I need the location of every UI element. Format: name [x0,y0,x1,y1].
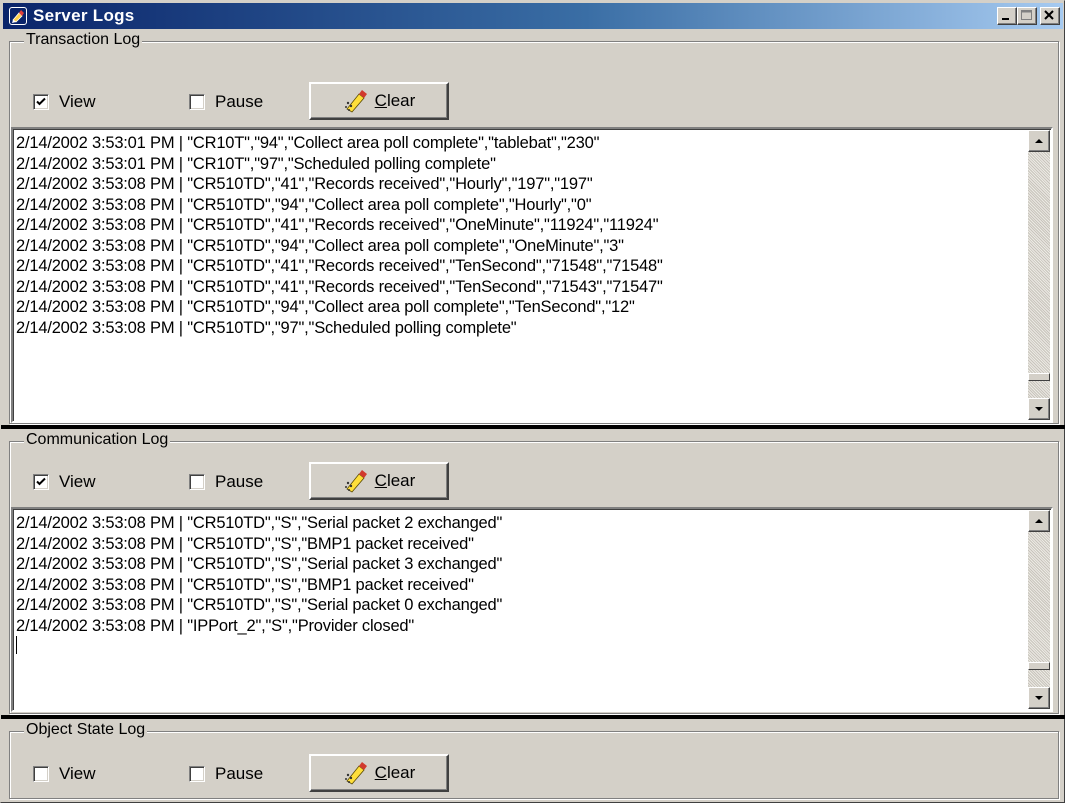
log-line: 2/14/2002 3:53:08 PM | "CR510TD","S","Se… [16,596,503,614]
eraser-icon [344,762,367,785]
server-logs-window: Server Logs Transaction Log View Pause C… [0,0,1065,803]
pause-label: Pause [215,92,264,111]
transaction-log-scrollbar[interactable] [1028,130,1050,420]
communication-pause-checkbox[interactable]: Pause [189,471,263,493]
scroll-thumb[interactable] [1028,373,1050,381]
communication-log-lines: 2/14/2002 3:53:08 PM | "CR510TD","S","Se… [16,513,1023,657]
checkbox-box [189,766,205,782]
transaction-clear-button[interactable]: Clear [309,82,449,120]
eraser-icon [344,470,367,493]
view-label: View [59,472,96,491]
scroll-down-button[interactable] [1028,398,1050,420]
object-state-clear-button[interactable]: Clear [309,754,449,792]
splitter-2[interactable] [1,715,1065,719]
checkmark-icon [36,97,46,106]
log-line: 2/14/2002 3:53:08 PM | "CR510TD","97","S… [16,318,517,337]
transaction-view-checkbox[interactable]: View [33,91,96,113]
scroll-down-arrow-icon [1035,407,1043,411]
log-line: 2/14/2002 3:53:08 PM | "CR510TD","S","Se… [16,555,503,573]
log-line: 2/14/2002 3:53:01 PM | "CR10T","94","Col… [16,134,600,152]
eraser-icon [344,90,367,113]
log-line: 2/14/2002 3:53:08 PM | "CR510TD","S","BM… [16,575,474,594]
transaction-log-label: Transaction Log [24,31,143,49]
text-caret [16,636,17,654]
clear-label: lear [386,763,416,782]
maximize-icon [1021,10,1032,20]
log-line: 2/14/2002 3:53:08 PM | "CR510TD","41","R… [16,175,593,193]
splitter-1[interactable] [1,425,1065,429]
communication-log-textbox[interactable]: 2/14/2002 3:53:08 PM | "CR510TD","S","Se… [11,507,1053,712]
scroll-down-button[interactable] [1028,687,1050,709]
close-button[interactable] [1040,7,1060,25]
checkbox-box [33,94,49,110]
communication-log-label: Communication Log [24,431,171,449]
view-label: View [59,92,96,111]
close-icon [1044,10,1054,20]
scroll-thumb[interactable] [1028,662,1050,670]
transaction-log-lines: 2/14/2002 3:53:01 PM | "CR10T","94","Col… [16,133,1023,338]
log-line: 2/14/2002 3:53:08 PM | "CR510TD","41","R… [16,257,663,275]
transaction-pause-checkbox[interactable]: Pause [189,91,263,113]
transaction-log-textbox[interactable]: 2/14/2002 3:53:01 PM | "CR10T","94","Col… [11,127,1053,423]
scroll-down-arrow-icon [1035,696,1043,700]
scroll-up-arrow-icon [1035,519,1043,523]
log-line: 2/14/2002 3:53:08 PM | "CR510TD","94","C… [16,195,592,214]
clear-mnemonic: C [374,471,387,490]
log-line: 2/14/2002 3:53:08 PM | "CR510TD","41","R… [16,216,659,234]
scroll-up-button[interactable] [1028,510,1050,532]
view-label: View [59,764,96,783]
scroll-up-button[interactable] [1028,130,1050,152]
log-line: 2/14/2002 3:53:08 PM | "CR510TD","S","BM… [16,534,474,553]
log-line: 2/14/2002 3:53:08 PM | "CR510TD","94","C… [16,236,624,255]
communication-log-scrollbar[interactable] [1028,510,1050,709]
log-line: 2/14/2002 3:53:08 PM | "CR510TD","41","R… [16,277,663,296]
window-title: Server Logs [33,6,135,25]
communication-view-checkbox[interactable]: View [33,471,96,493]
log-line: 2/14/2002 3:53:08 PM | "CR510TD","94","C… [16,298,635,316]
object-state-log-group: Object State Log [9,721,1059,799]
pause-label: Pause [215,764,264,783]
pause-label: Pause [215,472,264,491]
object-state-log-label: Object State Log [24,721,148,739]
object-state-view-checkbox[interactable]: View [33,763,96,785]
maximize-button[interactable] [1017,7,1037,25]
app-icon [9,7,27,25]
log-line: 2/14/2002 3:53:08 PM | "CR510TD","S","Se… [16,514,503,532]
title-bar[interactable]: Server Logs [3,3,1063,29]
checkbox-box [189,94,205,110]
clear-label: lear [386,471,416,490]
checkmark-icon [36,477,46,486]
checkbox-box [33,474,49,490]
communication-clear-button[interactable]: Clear [309,462,449,500]
log-line: 2/14/2002 3:53:08 PM | "IPPort_2","S","P… [16,616,415,635]
checkbox-box [33,766,49,782]
minimize-icon [1002,18,1009,20]
minimize-button[interactable] [997,7,1017,25]
clear-mnemonic: C [374,763,387,782]
checkbox-box [189,474,205,490]
log-line: 2/14/2002 3:53:01 PM | "CR10T","97","Sch… [16,154,496,173]
text-caret-line [16,636,1023,657]
clear-mnemonic: C [374,91,387,110]
object-state-pause-checkbox[interactable]: Pause [189,763,263,785]
scroll-up-arrow-icon [1035,139,1043,143]
clear-label: lear [386,91,416,110]
